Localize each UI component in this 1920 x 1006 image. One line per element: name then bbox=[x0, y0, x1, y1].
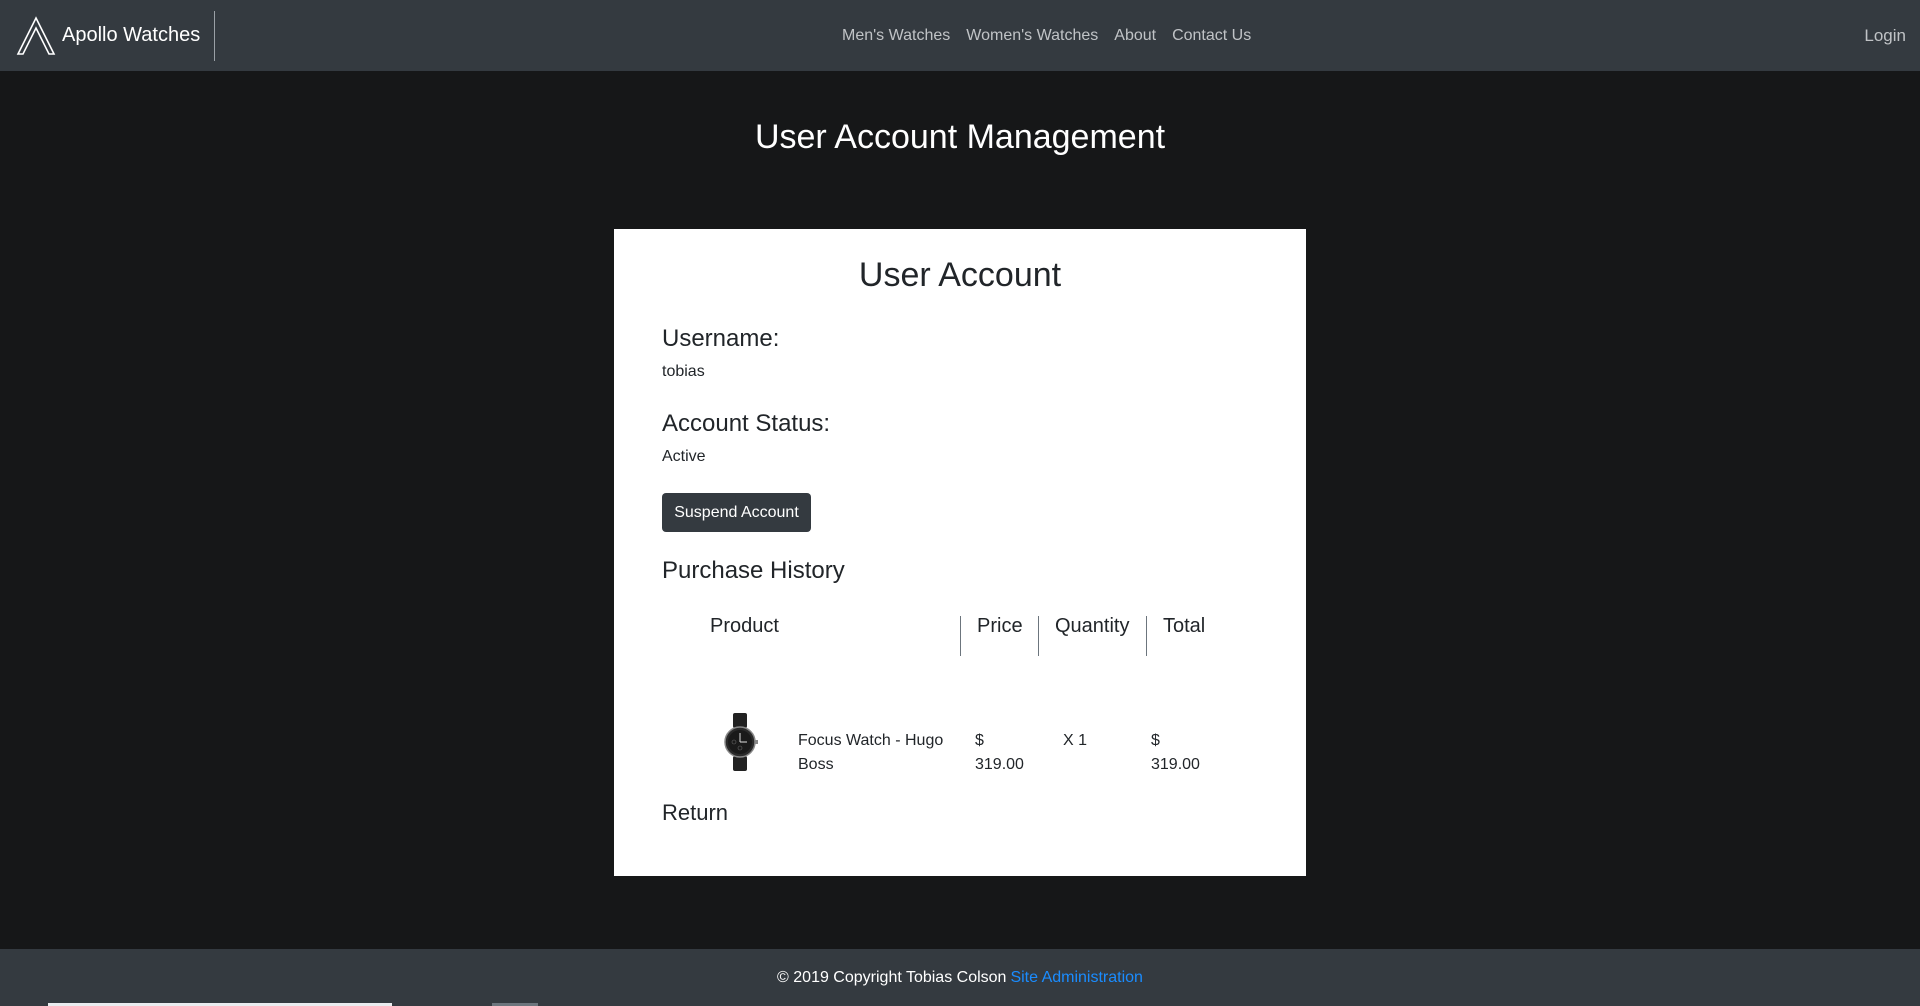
th-divider bbox=[960, 616, 961, 656]
brand-name: Apollo Watches bbox=[62, 24, 201, 46]
nav-womens-watches[interactable]: Women's Watches bbox=[966, 27, 1098, 45]
footer-copyright: © 2019 Copyright Tobias Colson bbox=[777, 968, 1007, 986]
th-divider bbox=[1146, 616, 1147, 656]
th-quantity: Quantity bbox=[1055, 615, 1130, 637]
top-navbar: Apollo Watches Men's Watches Women's Wat… bbox=[0, 0, 1920, 71]
card-title: User Account bbox=[858, 256, 1062, 294]
nav-links: Men's Watches Women's Watches About Cont… bbox=[842, 0, 1251, 71]
total-cell: $ 319.00 bbox=[1151, 729, 1200, 777]
price-value: 319.00 bbox=[975, 756, 1024, 773]
nav-contact-us[interactable]: Contact Us bbox=[1172, 27, 1251, 45]
username-value: tobias bbox=[662, 363, 705, 380]
username-label: Username: bbox=[662, 325, 780, 352]
watch-thumbnail bbox=[724, 713, 758, 771]
account-status-value: Active bbox=[662, 448, 706, 465]
footer: © 2019 Copyright Tobias Colson Site Admi… bbox=[0, 949, 1920, 1006]
quantity-cell: X 1 bbox=[1063, 732, 1088, 749]
th-price: Price bbox=[977, 615, 1023, 637]
total-symbol: $ bbox=[1151, 732, 1160, 749]
nav-mens-watches[interactable]: Men's Watches bbox=[842, 27, 950, 45]
user-account-card: User Account Username: tobias Account St… bbox=[614, 229, 1306, 876]
product-name-line1: Focus Watch - Hugo bbox=[798, 732, 944, 749]
site-administration-link[interactable]: Site Administration bbox=[1010, 969, 1143, 987]
th-product: Product bbox=[710, 615, 779, 637]
product-name: Focus Watch - Hugo Boss bbox=[798, 729, 943, 777]
account-status-label: Account Status: bbox=[662, 410, 831, 437]
total-value: 319.00 bbox=[1151, 756, 1200, 773]
apollo-logo-icon bbox=[16, 15, 56, 55]
login-link[interactable]: Login bbox=[1864, 0, 1906, 71]
product-name-line2: Boss bbox=[798, 756, 834, 773]
purchase-history-title: Purchase History bbox=[662, 557, 845, 584]
brand-link[interactable]: Apollo Watches bbox=[0, 10, 216, 61]
th-total: Total bbox=[1163, 615, 1206, 637]
nav-about[interactable]: About bbox=[1114, 27, 1156, 45]
return-link[interactable]: Return bbox=[662, 800, 728, 826]
th-divider bbox=[1038, 616, 1039, 656]
suspend-account-button[interactable]: Suspend Account bbox=[662, 493, 811, 532]
page-title: User Account Management bbox=[754, 118, 1166, 156]
price-symbol: $ bbox=[975, 732, 984, 749]
price-cell: $ 319.00 bbox=[975, 729, 1024, 777]
